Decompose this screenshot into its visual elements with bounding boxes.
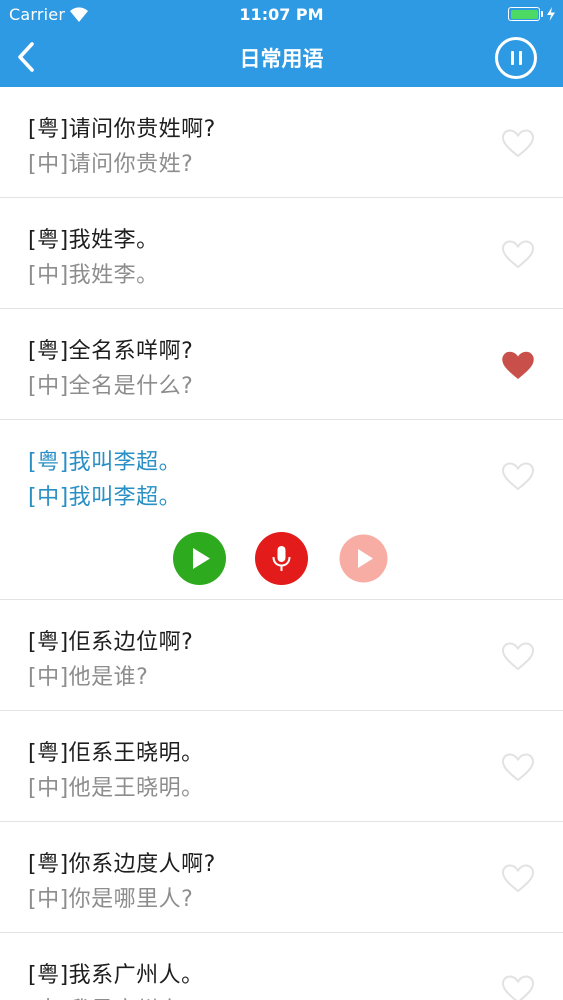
heart-outline-icon bbox=[501, 642, 535, 671]
pause-icon-bar bbox=[519, 51, 522, 65]
play-recording-icon bbox=[339, 534, 388, 583]
pause-button[interactable] bbox=[495, 37, 537, 79]
phrase-list: [粤]请问你贵姓啊? [中]请问你贵姓? [粤]我姓李。 [中]我姓李。 [粤]… bbox=[0, 87, 563, 1000]
phrase-list-screen: Carrier 11:07 PM 日常用语 [粤]请问你贵姓啊? [中]请问你贵… bbox=[0, 0, 563, 1000]
phrase-row-selected[interactable]: [粤]我叫李超。 [中]我叫李超。 bbox=[0, 420, 563, 600]
nav-bar: 日常用语 bbox=[0, 30, 563, 87]
phrase-row[interactable]: [粤]我姓李。 [中]我姓李。 bbox=[0, 198, 563, 309]
playback-recording-button[interactable] bbox=[337, 532, 390, 585]
header: Carrier 11:07 PM 日常用语 bbox=[0, 0, 563, 87]
favorite-button[interactable] bbox=[500, 127, 536, 159]
favorite-button[interactable] bbox=[500, 973, 536, 1000]
phrase-row[interactable]: [粤]佢系边位啊? [中]他是谁? bbox=[0, 600, 563, 711]
heart-outline-icon bbox=[501, 462, 535, 491]
mandarin-text: [中]他是王晓明。 bbox=[28, 776, 204, 801]
record-button[interactable] bbox=[255, 532, 308, 585]
favorite-button[interactable] bbox=[500, 238, 536, 270]
cantonese-text: [粤]请问你贵姓啊? bbox=[28, 117, 216, 142]
mandarin-text: [中]全名是什么? bbox=[28, 374, 194, 399]
phrase-row[interactable]: [粤]请问你贵姓啊? [中]请问你贵姓? bbox=[0, 87, 563, 198]
heart-outline-icon bbox=[501, 129, 535, 158]
battery-level bbox=[510, 9, 538, 19]
mandarin-text: [中]他是谁? bbox=[28, 665, 149, 690]
mandarin-text: [中]你是哪里人? bbox=[28, 887, 194, 912]
phrase-row[interactable]: [粤]我系广州人。 [中]我是广州人。 bbox=[0, 933, 563, 1000]
heart-outline-icon bbox=[501, 975, 535, 1000]
cantonese-text: [粤]我姓李。 bbox=[28, 228, 159, 253]
mandarin-text: [中]请问你贵姓? bbox=[28, 152, 194, 177]
phrase-row[interactable]: [粤]你系边度人啊? [中]你是哪里人? bbox=[0, 822, 563, 933]
favorite-button[interactable] bbox=[500, 862, 536, 894]
status-bar: Carrier 11:07 PM bbox=[0, 0, 563, 30]
microphone-icon bbox=[255, 532, 308, 585]
favorite-button[interactable] bbox=[500, 751, 536, 783]
phrase-row[interactable]: [粤]全名系咩啊? [中]全名是什么? bbox=[0, 309, 563, 420]
favorite-button[interactable] bbox=[500, 349, 536, 381]
pause-icon bbox=[511, 51, 514, 65]
charging-bolt-icon bbox=[547, 7, 555, 21]
cantonese-text: [粤]我系广州人。 bbox=[28, 963, 204, 988]
back-button[interactable] bbox=[10, 40, 44, 74]
mandarin-text: [中]我姓李。 bbox=[28, 263, 159, 288]
heart-outline-icon bbox=[501, 753, 535, 782]
battery-tip bbox=[541, 11, 543, 17]
play-icon bbox=[173, 532, 226, 585]
cantonese-text: [粤]我叫李超。 bbox=[28, 450, 182, 475]
mandarin-text: [中]我是广州人。 bbox=[28, 992, 204, 1000]
battery-icon bbox=[508, 7, 540, 21]
heart-outline-icon bbox=[501, 240, 535, 269]
cantonese-text: [粤]佢系边位啊? bbox=[28, 630, 194, 655]
favorite-button[interactable] bbox=[500, 640, 536, 672]
cantonese-text: [粤]全名系咩啊? bbox=[28, 339, 194, 364]
status-time: 11:07 PM bbox=[239, 5, 324, 24]
play-audio-button[interactable] bbox=[173, 532, 226, 585]
cantonese-text: [粤]你系边度人啊? bbox=[28, 852, 216, 877]
mandarin-text: [中]我叫李超。 bbox=[28, 485, 182, 510]
heart-outline-icon bbox=[501, 864, 535, 893]
page-title: 日常用语 bbox=[239, 47, 324, 71]
heart-filled-icon bbox=[502, 351, 534, 379]
playback-controls bbox=[0, 532, 563, 588]
phrase-row[interactable]: [粤]佢系王晓明。 [中]他是王晓明。 bbox=[0, 711, 563, 822]
cantonese-text: [粤]佢系王晓明。 bbox=[28, 741, 204, 766]
chevron-left-icon bbox=[18, 42, 34, 72]
favorite-button[interactable] bbox=[500, 460, 536, 492]
